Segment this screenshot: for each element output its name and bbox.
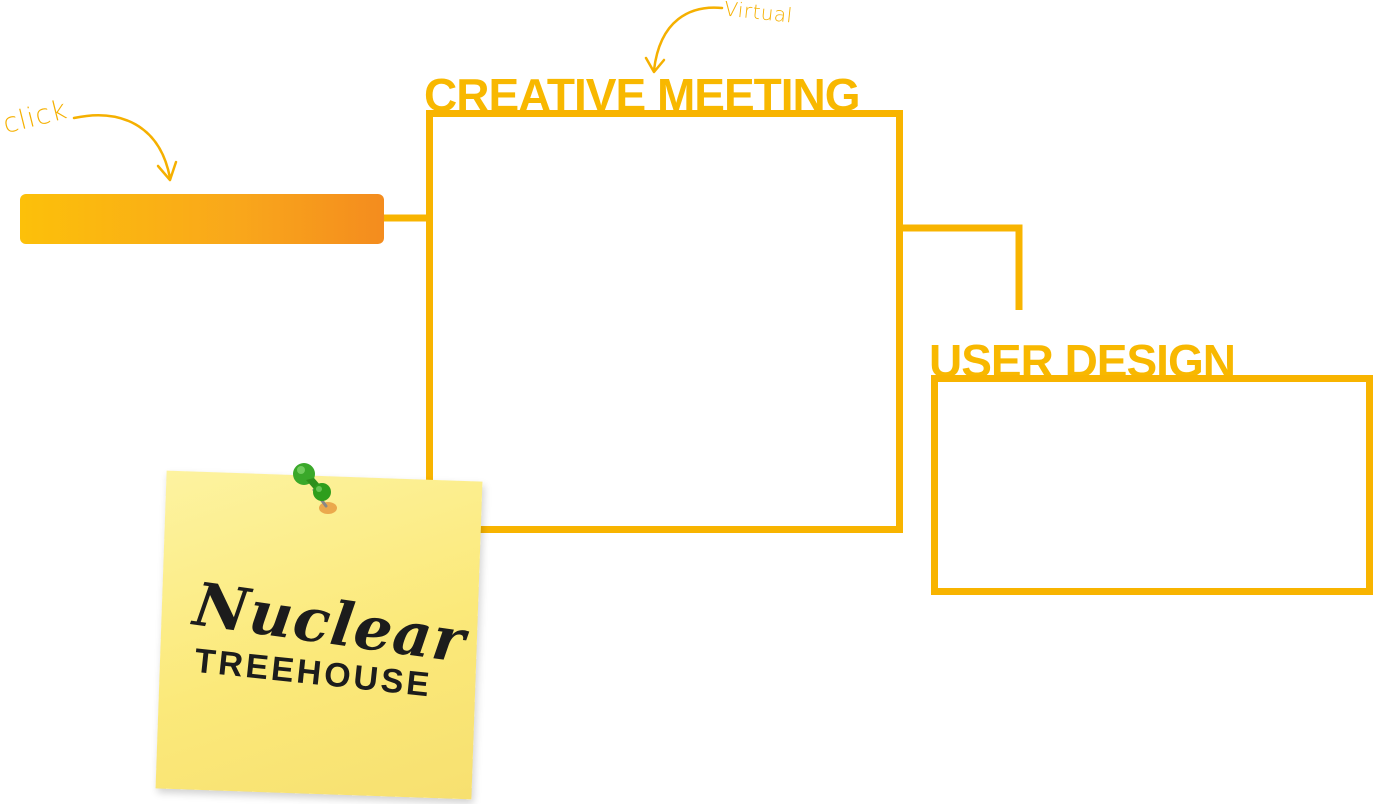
start-bar-button[interactable] — [20, 194, 384, 244]
user-design-box[interactable] — [931, 375, 1373, 595]
click-arrow-icon — [72, 114, 172, 180]
creative-meeting-box[interactable] — [426, 110, 903, 533]
canvas: click Virtual CREATIVE MEETING USER DESI… — [0, 0, 1374, 804]
pushpin-icon — [293, 463, 337, 514]
connector-creative-to-user — [900, 224, 1023, 310]
